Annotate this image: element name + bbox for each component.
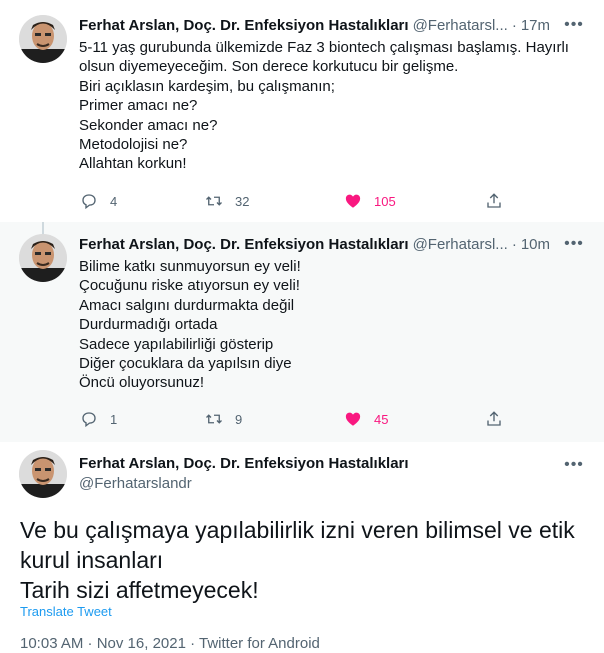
more-label: •••	[564, 16, 584, 33]
retweet-button[interactable]: 9	[205, 407, 242, 431]
retweet-icon	[206, 414, 222, 424]
author-handle[interactable]: @Ferhatarsl...	[413, 17, 508, 34]
action-bar: 1 9 45	[70, 407, 510, 431]
separator-dot: ·	[511, 235, 517, 253]
tweet-line: Ve bu çalışmaya yapılabilirlik izni vere…	[20, 517, 575, 543]
avatar[interactable]	[19, 450, 67, 498]
reply-count: 4	[110, 193, 118, 209]
tweet-text: Bilime katkı sunmuyorsun ey veli! Çocuğu…	[79, 257, 584, 393]
reply-icon	[82, 194, 96, 210]
tweet-line: Bilime katkı sunmuyorsun ey veli!	[79, 258, 301, 275]
reply-icon	[82, 412, 96, 428]
tweet-line: Çocuğunu riske atıyorsun ey veli!	[79, 277, 300, 295]
share-icon	[487, 193, 501, 208]
tweet-header: Ferhat Arslan, Doç. Dr. Enfeksiyon Hasta…	[79, 15, 556, 35]
more-icon[interactable]: •••	[564, 455, 584, 475]
tweet-time[interactable]: 10m	[521, 236, 550, 253]
author-handle[interactable]: @Ferhatarslandr	[79, 475, 192, 492]
author-name[interactable]: Ferhat Arslan, Doç. Dr. Enfeksiyon Hasta…	[79, 455, 409, 472]
retweet-count: 9	[235, 411, 243, 427]
separator-dot: ·	[511, 16, 517, 34]
author-name[interactable]: Ferhat Arslan, Doç. Dr. Enfeksiyon Hasta…	[79, 17, 409, 34]
tweet-time[interactable]: 17m	[521, 17, 550, 34]
tweet-text: 5-11 yaş gurubunda ülkemizde Faz 3 biont…	[79, 38, 584, 174]
like-count: 105	[374, 193, 396, 209]
avatar[interactable]	[19, 15, 67, 63]
tweet-line: olsun diyemeyeceğim. Son derece korkutuc…	[79, 58, 459, 76]
tweet-header: Ferhat Arslan, Doç. Dr. Enfeksiyon Hasta…	[79, 234, 556, 254]
reply-button[interactable]: 4	[80, 189, 117, 213]
tweet-line: Sekonder amacı ne?	[79, 116, 218, 134]
more-label: •••	[564, 235, 584, 252]
avatar[interactable]	[19, 234, 67, 282]
tweet-line: kurul insanları	[20, 547, 164, 573]
share-button[interactable]	[485, 189, 503, 213]
share-icon	[487, 411, 501, 426]
tweet-line: Diğer çocuklara da yapılsın diye	[79, 355, 292, 373]
author-name[interactable]: Ferhat Arslan, Doç. Dr. Enfeksiyon Hasta…	[79, 236, 409, 253]
retweet-count: 32	[235, 193, 250, 209]
author-handle[interactable]: @Ferhatarsl...	[413, 236, 508, 253]
tweet-line: Primer amacı ne?	[79, 97, 198, 115]
more-label: •••	[564, 456, 584, 473]
tweet-line: 5-11 yaş gurubunda ülkemizde Faz 3 biont…	[79, 39, 569, 56]
like-count: 45	[374, 411, 389, 427]
tweet-line: Öncü oluyorsunuz!	[79, 374, 205, 392]
more-icon[interactable]: •••	[564, 234, 584, 254]
main-tweet-text: Ve bu çalışmaya yapılabilirlik izni vere…	[20, 515, 590, 605]
like-button[interactable]: 105	[344, 189, 396, 213]
like-icon	[345, 412, 361, 426]
reply-count: 1	[110, 411, 118, 427]
tweet-line: Sadece yapılabilirliği gösterip	[79, 335, 274, 353]
retweet-icon	[206, 196, 222, 206]
tweet-line: Amacı salgını durdurmakta değil	[79, 296, 295, 314]
tweet-line: Allahtan korkun!	[79, 155, 187, 173]
retweet-button[interactable]: 32	[205, 189, 249, 213]
action-bar: 4 32 105	[70, 189, 510, 213]
share-button[interactable]	[485, 407, 503, 431]
tweet-line: Metodolojisi ne?	[79, 136, 188, 154]
like-button[interactable]: 45	[344, 407, 388, 431]
tweet-line: Durdurmadığı ortada	[79, 316, 218, 334]
tweet-line: Biri açıklasın kardeşim, bu çalışmanın;	[79, 77, 335, 95]
tweet-line: Tarih sizi affetmeyecek!	[20, 577, 259, 603]
thread-line	[42, 222, 44, 234]
tweet-metadata[interactable]: 10:03 AM · Nov 16, 2021 · Twitter for An…	[20, 635, 320, 652]
translate-tweet-link[interactable]: Translate Tweet	[20, 604, 112, 619]
more-icon[interactable]: •••	[564, 15, 584, 35]
like-icon	[345, 194, 361, 208]
reply-button[interactable]: 1	[80, 407, 117, 431]
